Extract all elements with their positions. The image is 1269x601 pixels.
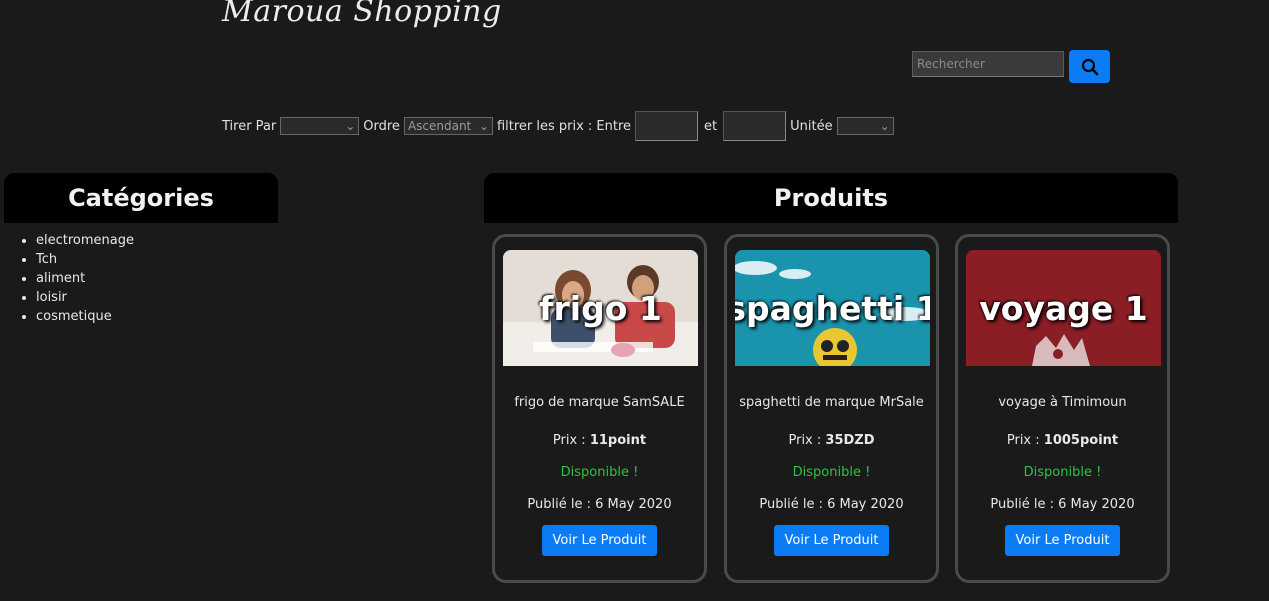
view-product-button[interactable]: Voir Le Produit: [1004, 525, 1121, 556]
categories-header: Catégories: [4, 173, 278, 223]
product-description: spaghetti de marque MrSale: [739, 395, 924, 410]
product-image[interactable]: frigo 1: [503, 250, 698, 366]
availability-status: Disponible !: [1023, 465, 1102, 480]
chevron-down-icon: ⌄: [879, 119, 890, 133]
price-label: Prix :: [788, 433, 822, 448]
price-filter-label: filtrer les prix : Entre: [496, 118, 632, 134]
price-value: 35DZD: [825, 433, 875, 448]
category-item[interactable]: Tch: [36, 251, 134, 270]
products-header: Produits: [484, 173, 1178, 223]
product-image[interactable]: spaghetti 1: [735, 250, 930, 366]
product-image[interactable]: voyage 1: [966, 250, 1161, 366]
chevron-down-icon: ⌄: [345, 119, 356, 133]
category-item[interactable]: aliment: [36, 270, 134, 289]
unit-label: Unitée: [790, 118, 833, 134]
chevron-down-icon: ⌄: [478, 119, 489, 133]
order-select[interactable]: Ascendant ⌄: [403, 117, 493, 135]
product-image-label: voyage 1: [979, 288, 1148, 328]
publish-date: Publié le : 6 May 2020: [759, 497, 904, 512]
product-card: voyage 1 voyage à Timimoun Prix : 1005po…: [955, 234, 1170, 583]
filter-bar: Tirer Par ⌄ Ordre Ascendant ⌄ filtrer le…: [222, 111, 894, 141]
price-max-input[interactable]: [723, 111, 787, 141]
publish-date: Publié le : 6 May 2020: [990, 497, 1135, 512]
product-card: spaghetti 1 spaghetti de marque MrSale P…: [724, 234, 939, 583]
availability-status: Disponible !: [792, 465, 871, 480]
order-select-value: Ascendant: [407, 119, 472, 133]
category-item[interactable]: loisir: [36, 289, 134, 308]
availability-status: Disponible !: [560, 465, 639, 480]
search-icon: [1081, 58, 1098, 75]
view-product-button[interactable]: Voir Le Produit: [541, 525, 658, 556]
categories-list: electromenage Tch aliment loisir cosmeti…: [0, 232, 134, 327]
product-description: frigo de marque SamSALE: [514, 395, 685, 410]
search-button[interactable]: [1069, 50, 1110, 83]
category-item[interactable]: cosmetique: [36, 308, 134, 327]
product-image-label: frigo 1: [539, 288, 662, 328]
product-price-line: Prix : 11point: [495, 433, 704, 448]
publish-date: Publié le : 6 May 2020: [527, 497, 672, 512]
site-title: Maroua Shopping: [222, 0, 502, 29]
price-value: 11point: [589, 433, 647, 448]
price-value: 1005point: [1043, 433, 1119, 448]
price-min-input[interactable]: [635, 111, 699, 141]
sort-select[interactable]: ⌄: [280, 117, 360, 135]
product-price-line: Prix : 35DZD: [727, 433, 936, 448]
sort-label: Tirer Par: [222, 118, 277, 134]
product-price-line: Prix : 1005point: [958, 433, 1167, 448]
unit-select[interactable]: ⌄: [836, 117, 894, 135]
product-description: voyage à Timimoun: [998, 395, 1127, 410]
category-item[interactable]: electromenage: [36, 232, 134, 251]
price-label: Prix :: [1006, 433, 1040, 448]
price-label: Prix :: [552, 433, 586, 448]
product-card: frigo 1 frigo de marque SamSALE Prix : 1…: [492, 234, 707, 583]
and-label: et: [704, 118, 718, 134]
order-label: Ordre: [363, 118, 400, 134]
search-input[interactable]: [912, 51, 1064, 77]
view-product-button[interactable]: Voir Le Produit: [773, 525, 890, 556]
product-image-label: spaghetti 1: [735, 288, 930, 328]
